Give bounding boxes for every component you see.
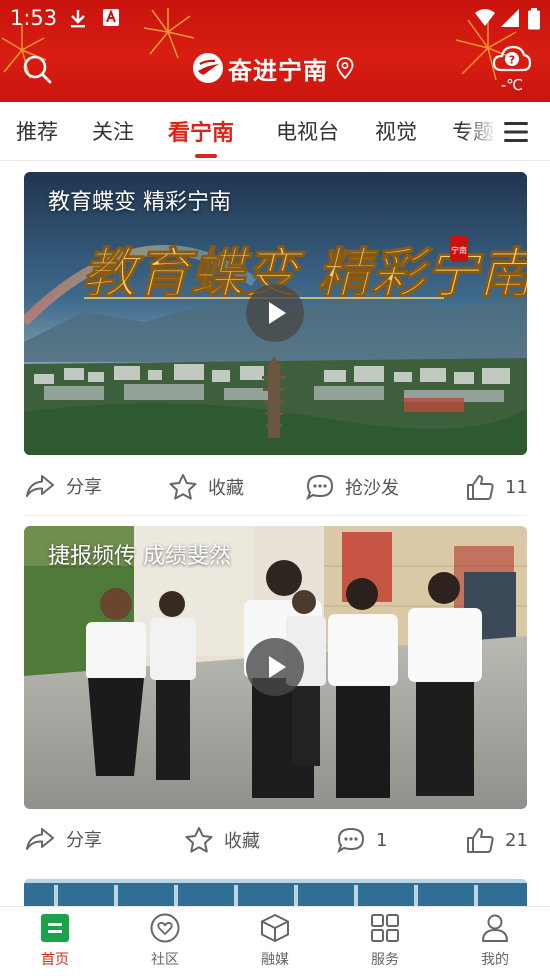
- svg-text:?: ?: [509, 54, 515, 67]
- user-icon: [482, 914, 508, 942]
- tab-ningnan[interactable]: 看宁南: [168, 115, 234, 147]
- app-logo-icon: [193, 53, 223, 83]
- share-button[interactable]: 分享: [24, 826, 102, 852]
- tabs-fade: [462, 102, 498, 160]
- tab-visual[interactable]: 视觉: [375, 116, 417, 146]
- download-icon: [71, 10, 85, 28]
- share-icon: [26, 475, 54, 497]
- bottom-navigation: 首页 社区 融媒 服务 我的: [0, 906, 550, 980]
- nav-profile[interactable]: 我的: [455, 913, 535, 969]
- collect-button[interactable]: 收藏: [168, 473, 244, 501]
- search-icon[interactable]: [20, 52, 54, 86]
- card-title: 捷报频传 成绩斐然: [48, 544, 231, 569]
- calligraphy-stamp: 宁南: [451, 245, 467, 255]
- collect-label: 收藏: [208, 478, 244, 499]
- news-card: 教育蝶变 精彩宁南 宁南 教育蝶变 精彩宁南 分享 收藏 抢沙发 11: [24, 172, 528, 517]
- collect-label: 收藏: [224, 831, 260, 852]
- card-title: 教育蝶变 精彩宁南: [48, 190, 231, 215]
- status-time: 1:53: [10, 6, 58, 30]
- nav-home-label: 首页: [41, 952, 69, 968]
- weather-widget[interactable]: ? -℃: [492, 42, 532, 98]
- like-button[interactable]: 11: [465, 473, 528, 501]
- nav-media-label: 融媒: [261, 952, 289, 968]
- nav-profile-label: 我的: [481, 952, 509, 968]
- like-button[interactable]: 21: [465, 826, 528, 854]
- cloud-unknown-icon: ?: [492, 45, 532, 72]
- app-brand: 奋进宁南: [192, 50, 354, 86]
- menu-icon[interactable]: [496, 116, 536, 148]
- play-icon[interactable]: [246, 284, 304, 342]
- share-label: 分享: [66, 830, 102, 851]
- thumbs-up-icon: [467, 475, 494, 500]
- comment-icon: [337, 827, 365, 854]
- grid-services-icon: [371, 914, 399, 942]
- weather-temperature: -℃: [500, 76, 524, 94]
- tab-recommend[interactable]: 推荐: [16, 116, 58, 146]
- like-count: 21: [505, 829, 528, 851]
- share-label: 分享: [66, 477, 102, 498]
- top-header: 1:53 奋进宁南 ? -℃: [0, 0, 550, 102]
- nav-media[interactable]: 融媒: [235, 913, 315, 969]
- comment-button[interactable]: 1: [336, 826, 387, 854]
- app-name: 奋进宁南: [228, 56, 328, 85]
- nav-home[interactable]: 首页: [15, 913, 95, 969]
- partial-thumbnail-image: [24, 879, 527, 906]
- news-card: 捷报频传 成绩斐然 分享 收藏 1 21: [24, 526, 528, 876]
- media-cube-icon: [261, 914, 289, 942]
- comment-button[interactable]: 抢沙发: [305, 473, 399, 501]
- card-divider: [24, 515, 527, 516]
- video-thumbnail[interactable]: 捷报频传 成绩斐然: [24, 526, 527, 809]
- signal-icon: [501, 9, 519, 27]
- app-bar: 奋进宁南 ? -℃: [0, 40, 550, 100]
- star-icon: [169, 474, 197, 500]
- comment-count: 1: [376, 829, 388, 851]
- nav-services-label: 服务: [371, 952, 399, 968]
- status-bar: 1:53: [0, 0, 550, 38]
- comment-label: 抢沙发: [345, 478, 399, 499]
- like-count: 11: [505, 476, 528, 498]
- news-card-partial[interactable]: [24, 879, 527, 906]
- app-notification-icon: [103, 9, 119, 26]
- video-thumbnail[interactable]: 教育蝶变 精彩宁南 宁南 教育蝶变 精彩宁南: [24, 172, 527, 455]
- comment-icon: [306, 474, 334, 501]
- tab-tv-station[interactable]: 电视台: [276, 116, 339, 146]
- location-pin-icon[interactable]: [336, 57, 354, 79]
- category-tabs: 推荐 关注 看宁南 电视台 视觉 专题: [0, 102, 550, 161]
- collect-button[interactable]: 收藏: [184, 826, 260, 854]
- share-button[interactable]: 分享: [24, 473, 102, 499]
- community-heart-icon: [150, 913, 180, 943]
- nav-community-label: 社区: [151, 952, 179, 968]
- star-icon: [185, 827, 213, 853]
- tab-follow[interactable]: 关注: [92, 116, 134, 146]
- thumbs-up-icon: [467, 828, 494, 853]
- nav-services[interactable]: 服务: [345, 913, 425, 969]
- wifi-icon: [475, 9, 495, 26]
- nav-community[interactable]: 社区: [125, 913, 205, 969]
- home-icon: [41, 914, 69, 942]
- battery-icon: [528, 8, 540, 30]
- active-tab-indicator: [195, 154, 217, 158]
- share-icon: [26, 828, 54, 850]
- play-icon[interactable]: [246, 638, 304, 696]
- card-actions: 分享 收藏 抢沙发 11: [24, 455, 528, 517]
